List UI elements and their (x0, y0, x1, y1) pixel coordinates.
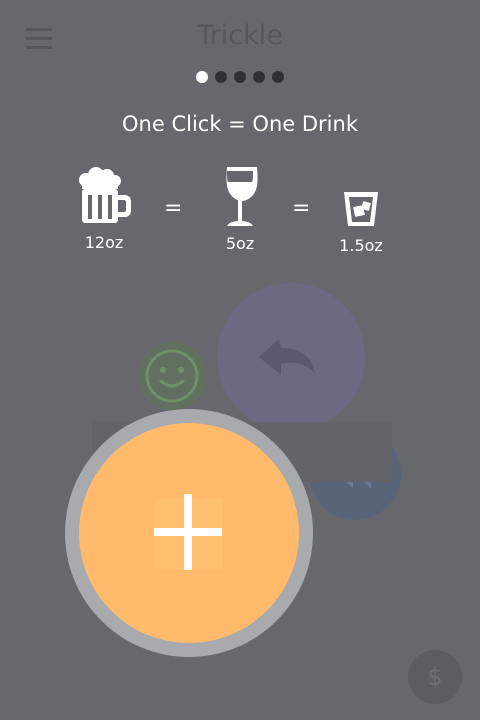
pager-dot-4[interactable] (253, 71, 265, 83)
plus-icon-bar (154, 528, 222, 536)
drink-wine: 5oz (190, 164, 290, 253)
pager-dot-2[interactable] (215, 71, 227, 83)
equals-sign-1: = (164, 196, 183, 221)
equals-sign-2: = (292, 196, 311, 221)
beer-mug-icon (79, 167, 131, 223)
undo-button[interactable] (217, 283, 365, 431)
app-title: Trickle (197, 20, 283, 51)
undo-icon (259, 339, 315, 375)
wine-glass-icon (223, 167, 258, 226)
pager-dot-3[interactable] (234, 71, 246, 83)
drink-wine-label: 5oz (225, 234, 255, 253)
pager-dot-1[interactable] (196, 71, 208, 83)
drink-beer-label: 12oz (84, 233, 124, 252)
dollar-button[interactable]: $ (408, 650, 462, 704)
drink-whiskey: 1.5oz (311, 188, 411, 255)
mood-button[interactable] (138, 342, 206, 410)
whiskey-glass-icon (344, 192, 378, 226)
pager-dot-5[interactable] (272, 71, 284, 83)
drink-whiskey-label: 1.5oz (339, 236, 383, 255)
drink-beer: 12oz (54, 167, 154, 252)
tutorial-pager (0, 71, 480, 83)
smiley-icon (145, 349, 199, 403)
tutorial-headline: One Click = One Drink (122, 112, 358, 136)
